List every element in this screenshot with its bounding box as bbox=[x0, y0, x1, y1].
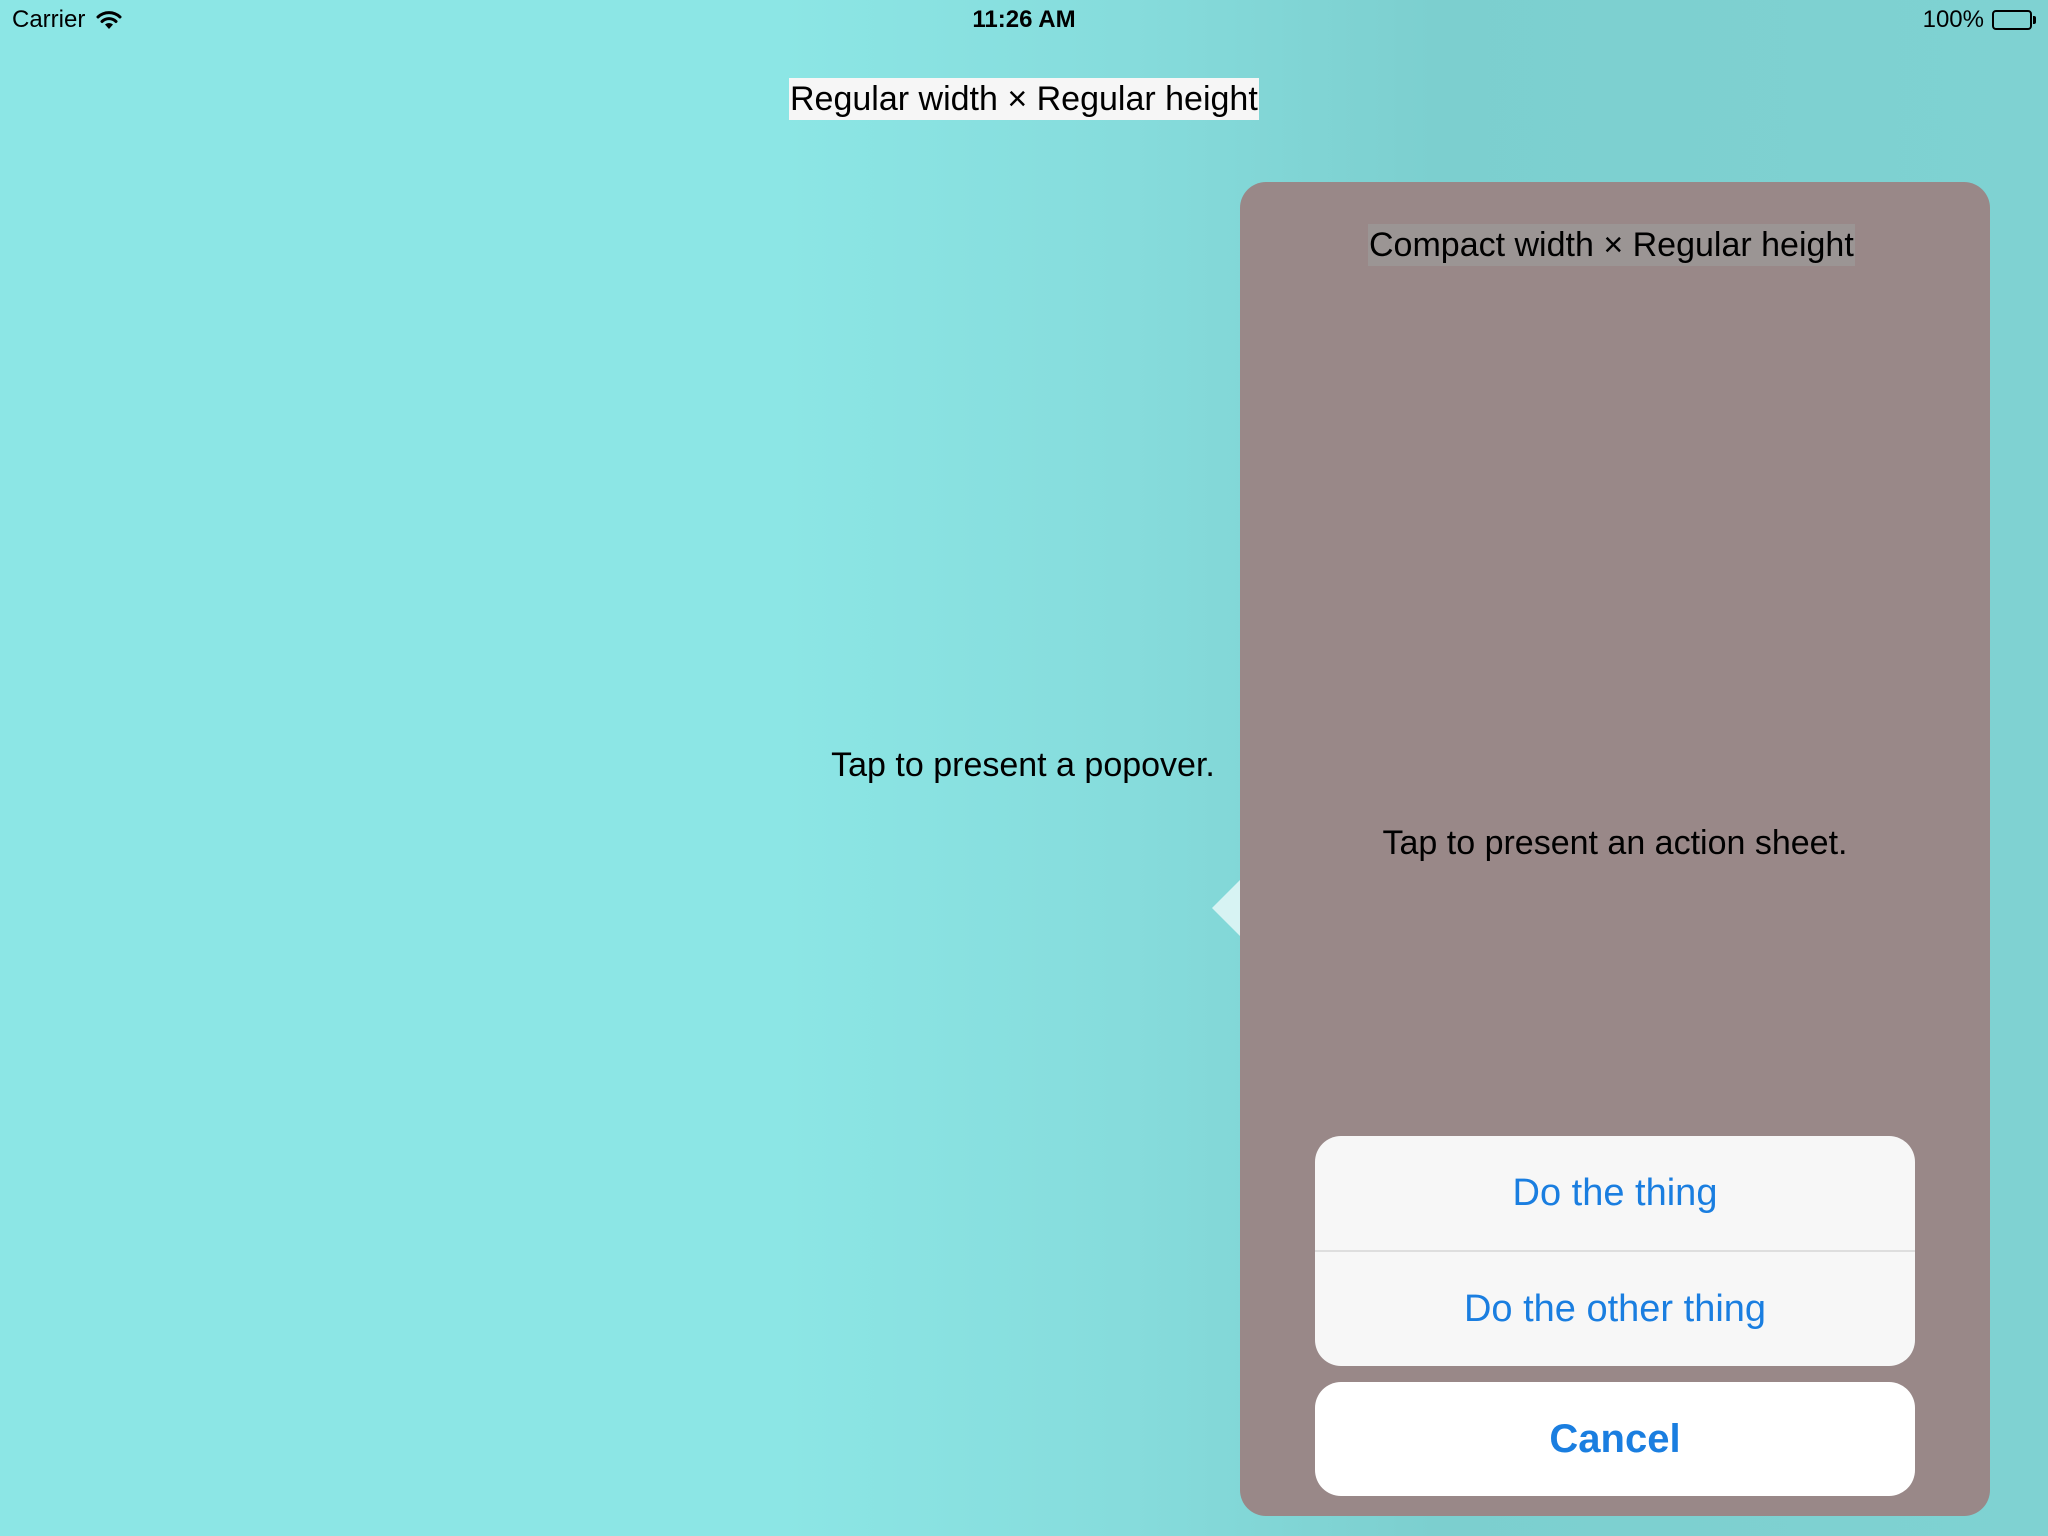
action-sheet-group: Do the thing Do the other thing bbox=[1315, 1136, 1915, 1366]
popover-arrow bbox=[1212, 878, 1242, 938]
present-action-sheet-hint[interactable]: Tap to present an action sheet. bbox=[1240, 824, 1990, 863]
popover: Compact width × Regular height Tap to pr… bbox=[1240, 182, 1990, 1516]
cancel-button[interactable]: Cancel bbox=[1315, 1382, 1915, 1496]
battery-icon bbox=[1992, 10, 2036, 30]
status-bar: Carrier 11:26 AM 100% bbox=[0, 0, 2048, 40]
battery-percent: 100% bbox=[1922, 6, 1984, 33]
battery-indicator: 100% bbox=[1923, 6, 2036, 34]
do-the-thing-button[interactable]: Do the thing bbox=[1315, 1136, 1915, 1250]
present-popover-label: Tap to present a popover. bbox=[831, 746, 1215, 784]
do-the-other-thing-button[interactable]: Do the other thing bbox=[1315, 1252, 1915, 1366]
main-size-class-label: Regular width × Regular height bbox=[789, 78, 1259, 120]
popover-size-class-label: Compact width × Regular height bbox=[1368, 224, 1855, 266]
status-time: 11:26 AM bbox=[972, 6, 1076, 33]
